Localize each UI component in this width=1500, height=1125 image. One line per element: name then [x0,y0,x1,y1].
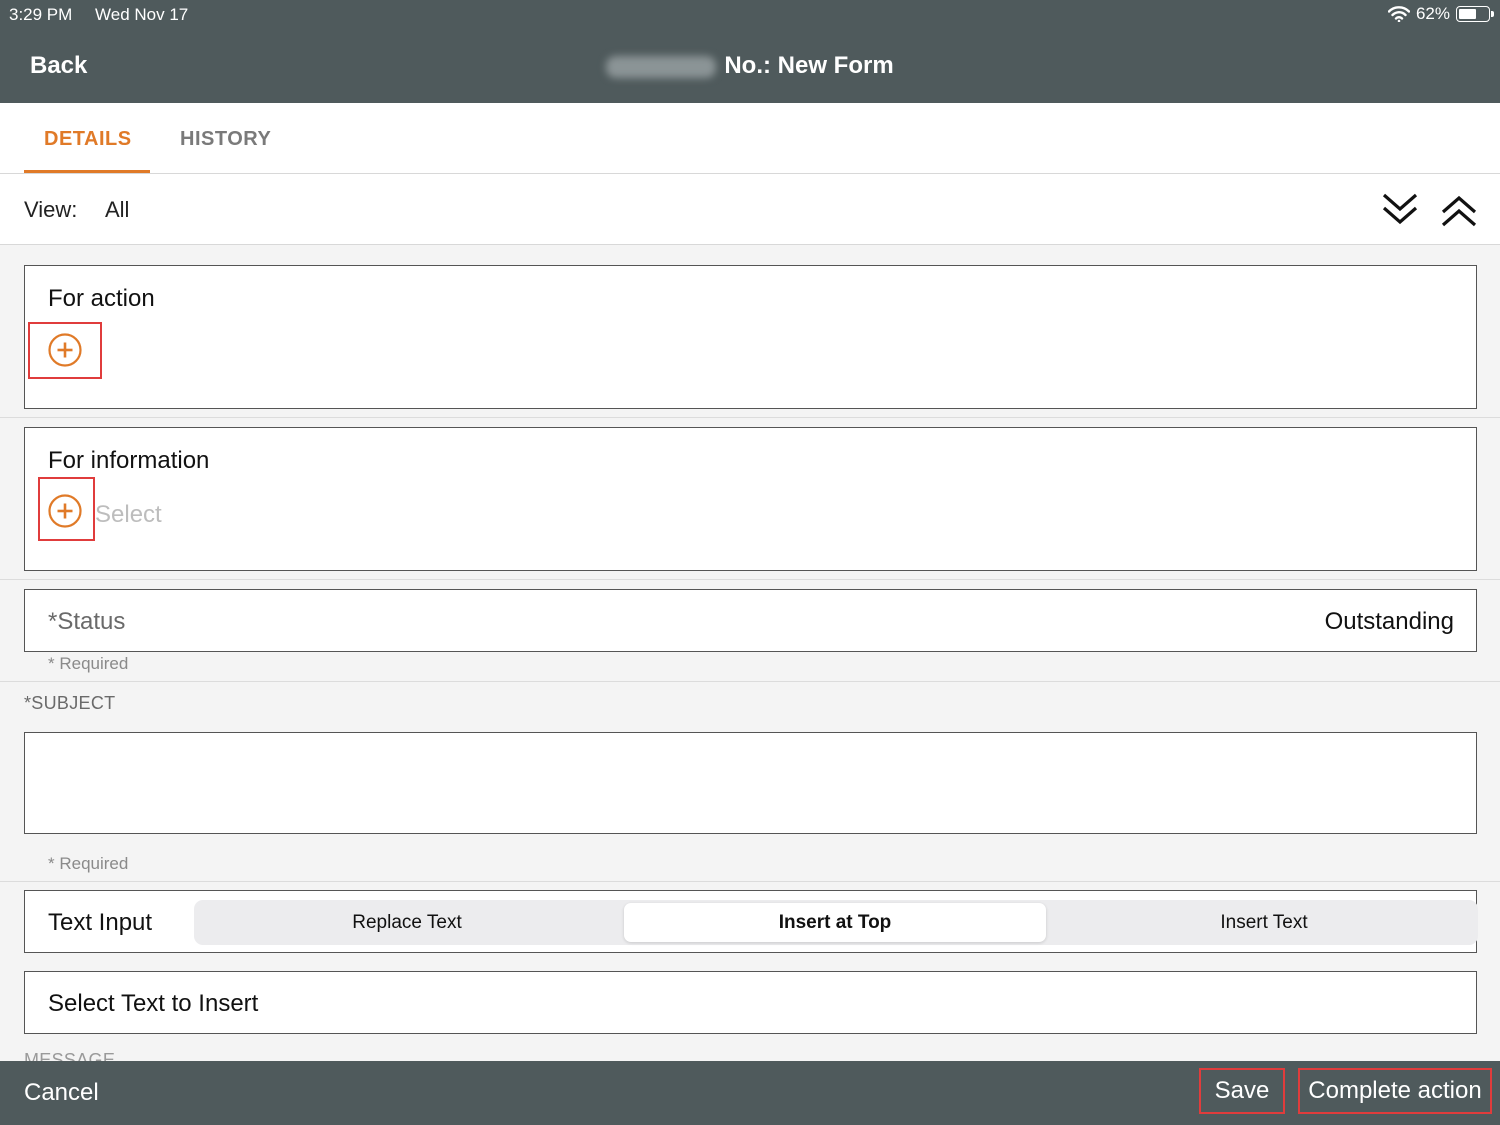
tab-details[interactable]: DETAILS [44,128,132,151]
segment-replace-text[interactable]: Replace Text [194,900,620,945]
select-text-to-insert-label: Select Text to Insert [48,990,259,1017]
battery-fill [1459,9,1477,19]
double-chevron-up-icon[interactable] [1439,190,1479,230]
battery-percent: 62% [1415,4,1450,23]
subject-input[interactable] [24,732,1477,834]
top-bar: 3:29 PM Wed Nov 17 62% Back No.: New For… [0,0,1500,103]
for-information-card: For information Select [24,427,1477,571]
double-chevron-down-icon[interactable] [1380,190,1420,230]
segment-insert-text[interactable]: Insert Text [1050,900,1478,945]
view-filter-bar: View: All [0,174,1500,245]
status-field[interactable]: *Status Outstanding [24,589,1477,652]
segment-insert-at-top[interactable]: Insert at Top [624,903,1046,942]
plus-circle-icon[interactable] [48,333,82,367]
for-information-title: For information [48,447,210,474]
status-label: *Status [48,608,126,635]
bottom-action-bar: Cancel Save Complete action [0,1061,1500,1125]
tab-bar: DETAILS HISTORY [0,103,1500,174]
required-note: * Required [48,854,129,873]
status-value: Outstanding [1324,608,1454,635]
text-input-card: Text Input Replace Text Insert at Top In… [24,890,1478,953]
divider [0,881,1500,882]
save-button[interactable]: Save [1199,1068,1285,1114]
status-indicators: 62% [1387,4,1494,24]
status-time: 3:29 PM [9,5,73,24]
wifi-icon [1387,6,1410,22]
battery-tip [1491,11,1494,17]
text-input-label: Text Input [48,909,153,936]
cancel-button[interactable]: Cancel [24,1079,99,1107]
active-tab-indicator [24,170,150,173]
divider [0,681,1500,682]
subject-label: *SUBJECT [24,693,116,713]
select-text-to-insert[interactable]: Select Text to Insert [24,971,1477,1034]
complete-action-button[interactable]: Complete action [1298,1068,1492,1114]
divider [0,579,1500,580]
view-label: View: [24,197,78,222]
text-input-segmented-control: Replace Text Insert at Top Insert Text [194,900,1478,945]
status-date: Wed Nov 17 [95,5,189,24]
for-action-card: For action [24,265,1477,409]
page-title: No.: New Form [0,52,1500,80]
battery-icon [1456,6,1494,22]
for-action-title: For action [48,285,155,312]
for-information-select[interactable]: Select [95,501,162,529]
view-selector[interactable]: All [105,197,129,223]
divider [0,417,1500,418]
tab-history[interactable]: HISTORY [180,128,271,151]
plus-circle-icon[interactable] [48,494,82,528]
redacted-title-prefix [606,55,717,78]
page-title-text: No.: New Form [724,52,894,79]
required-note: * Required [48,654,129,673]
